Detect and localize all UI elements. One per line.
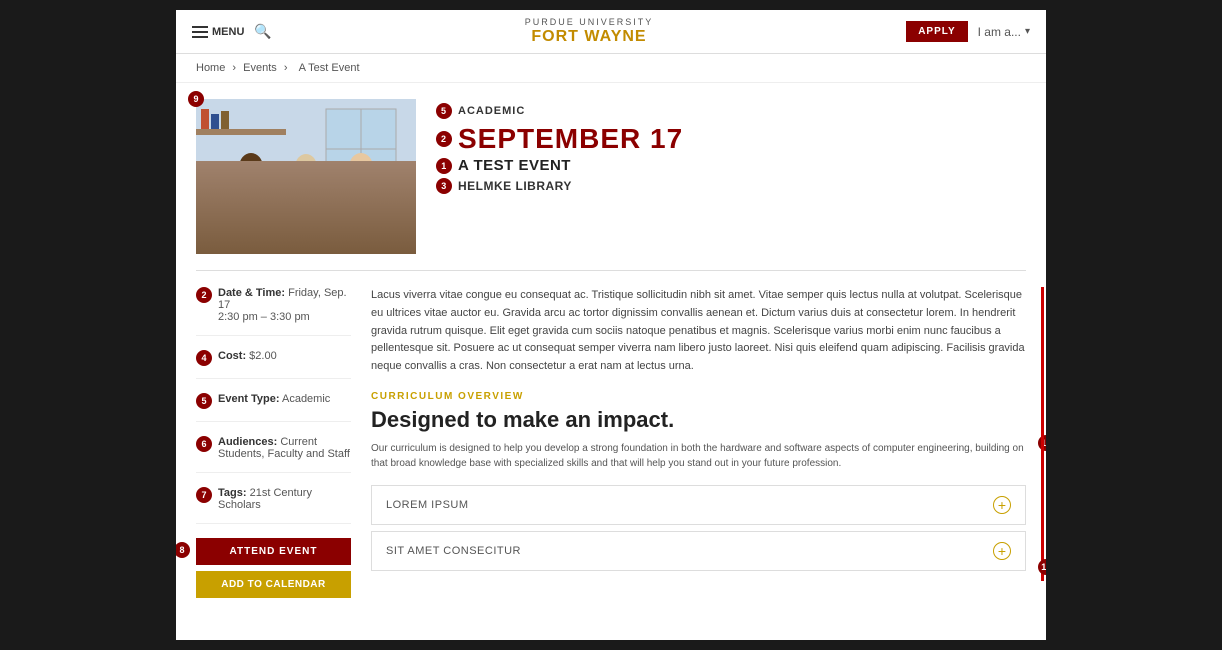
detail-event-type: 5 Event Type: Academic: [196, 393, 351, 422]
hamburger-icon: [192, 26, 208, 38]
menu-label: MENU: [212, 26, 244, 38]
hero-photo-svg: [196, 99, 416, 254]
audiences-label: Audiences:: [218, 436, 277, 448]
search-icon: 🔍: [254, 23, 271, 39]
breadcrumb-events[interactable]: Events: [243, 62, 277, 74]
breadcrumb: Home › Events › A Test Event: [176, 54, 1046, 83]
header-left: MENU 🔍: [192, 23, 272, 40]
curriculum-body: Our curriculum is designed to help you d…: [371, 441, 1026, 471]
accordion-label-2: SIT AMET CONSECITUR: [386, 545, 521, 557]
site-logo: PURDUE UNIVERSITY FORT WAYNE: [525, 18, 654, 45]
event-title-large: 1 A TEST EVENT: [436, 157, 1026, 174]
breadcrumb-home[interactable]: Home: [196, 62, 225, 74]
accordion-expand-icon-1: +: [993, 496, 1011, 514]
cost-label: Cost:: [218, 350, 246, 362]
annotation-7: 7: [196, 487, 212, 503]
curriculum-label: CURRICULUM OVERVIEW: [371, 391, 1026, 402]
event-category: 5 ACADEMIC: [436, 103, 1026, 119]
i-am-dropdown[interactable]: I am a... ▾: [978, 25, 1030, 39]
site-header: MENU 🔍 PURDUE UNIVERSITY FORT WAYNE APPL…: [176, 10, 1046, 54]
location-text: HELMKE LIBRARY: [458, 179, 572, 193]
logo-bottom-text: FORT WAYNE: [525, 28, 654, 46]
annotation-5: 5: [436, 103, 452, 119]
apply-button[interactable]: APPLY: [906, 21, 967, 42]
accordion-item-2[interactable]: SIT AMET CONSECITUR +: [371, 531, 1026, 571]
detail-datetime: 2 Date & Time: Friday, Sep. 17 2:30 pm –…: [196, 287, 351, 336]
date-text: SEPTEMBER 17: [458, 123, 683, 155]
annotation-1: 1: [436, 158, 452, 174]
detail-cost: 4 Cost: $2.00: [196, 350, 351, 379]
event-type-label: Event Type:: [218, 393, 280, 405]
annotation-6: 6: [196, 436, 212, 452]
time-value: 2:30 pm – 3:30 pm: [218, 311, 310, 323]
annotation-2b: 2: [196, 287, 212, 303]
cost-value: $2.00: [249, 350, 277, 362]
i-am-label: I am a...: [978, 25, 1021, 39]
event-type-value: Academic: [282, 393, 330, 405]
annotation-bar-11: [1041, 391, 1044, 580]
hero-info: 5 ACADEMIC 2 SEPTEMBER 17 1 A TEST EVENT…: [436, 99, 1026, 194]
detail-tags: 7 Tags: 21st Century Scholars: [196, 487, 351, 524]
breadcrumb-current: A Test Event: [299, 62, 360, 74]
annotation-11: 11: [1038, 559, 1046, 575]
menu-button[interactable]: MENU: [192, 26, 244, 38]
tags-label: Tags:: [218, 487, 247, 499]
event-date: 2 SEPTEMBER 17: [436, 123, 1026, 155]
category-text: ACADEMIC: [458, 105, 525, 117]
header-right: APPLY I am a... ▾: [906, 21, 1030, 42]
body-text: Lacus viverra vitae congue eu consequat …: [371, 287, 1026, 375]
detail-audiences: 6 Audiences: Current Students, Faculty a…: [196, 436, 351, 473]
hero-image: [196, 99, 416, 254]
action-buttons: 8 ATTEND EVENT ADD TO CALENDAR: [196, 538, 351, 598]
event-location: 3 HELMKE LIBRARY: [436, 178, 1026, 194]
right-panel: 10 Lacus viverra vitae congue eu consequ…: [371, 287, 1026, 598]
accordion-label-1: LOREM IPSUM: [386, 499, 469, 511]
chevron-down-icon: ▾: [1025, 26, 1030, 37]
annotation-bar-10: [1041, 287, 1044, 398]
title-text: A TEST EVENT: [458, 157, 571, 174]
accordion-expand-icon-2: +: [993, 542, 1011, 560]
datetime-label: Date & Time:: [218, 287, 285, 299]
annotation-2: 2: [436, 131, 452, 147]
annotation-4: 4: [196, 350, 212, 366]
search-button[interactable]: 🔍: [254, 23, 271, 40]
curriculum-title: Designed to make an impact.: [371, 408, 1026, 432]
accordion-item-1[interactable]: LOREM IPSUM +: [371, 485, 1026, 525]
logo-top-text: PURDUE UNIVERSITY: [525, 18, 654, 28]
main-content: 2 Date & Time: Friday, Sep. 17 2:30 pm –…: [176, 271, 1046, 614]
annotation-8: 8: [176, 542, 190, 558]
breadcrumb-sep2: ›: [284, 62, 291, 74]
annotation-3: 3: [436, 178, 452, 194]
add-to-calendar-button[interactable]: ADD TO CALENDAR: [196, 571, 351, 598]
attend-event-button[interactable]: ATTEND EVENT: [196, 538, 351, 565]
left-panel: 2 Date & Time: Friday, Sep. 17 2:30 pm –…: [196, 287, 351, 598]
annotation-5b: 5: [196, 393, 212, 409]
hero-section: 9: [176, 83, 1046, 270]
curriculum-section: 11 CURRICULUM OVERVIEW Designed to make …: [371, 391, 1026, 570]
breadcrumb-sep1: ›: [232, 62, 239, 74]
